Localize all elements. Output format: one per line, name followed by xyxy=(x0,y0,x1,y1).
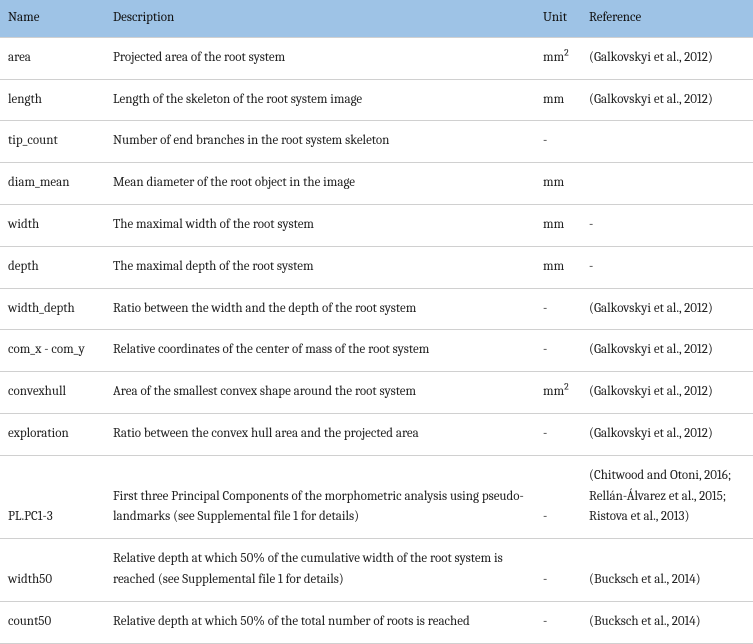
parameters-table: Name Description Unit Reference areaProj… xyxy=(0,0,753,644)
cell-unit: - xyxy=(535,413,581,455)
cell-unit: - xyxy=(535,601,581,643)
cell-reference: (Galkovskyi et al., 2012) xyxy=(581,37,753,79)
col-header-description: Description xyxy=(105,0,535,37)
cell-name: width50 xyxy=(0,539,105,602)
cell-name: width_depth xyxy=(0,288,105,330)
cell-description: Relative depth at which 50% of the total… xyxy=(105,601,535,643)
cell-reference: (Galkovskyi et al., 2012) xyxy=(581,79,753,121)
cell-unit: - xyxy=(535,539,581,602)
table-row: areaProjected area of the root systemmm2… xyxy=(0,37,753,79)
table-header-row: Name Description Unit Reference xyxy=(0,0,753,37)
cell-name: count50 xyxy=(0,601,105,643)
cell-description: Length of the skeleton of the root syste… xyxy=(105,79,535,121)
cell-description: First three Principal Components of the … xyxy=(105,455,535,538)
cell-reference: - xyxy=(581,204,753,246)
cell-description: Projected area of the root system xyxy=(105,37,535,79)
table-row: width50Relative depth at which 50% of th… xyxy=(0,539,753,602)
cell-name: width xyxy=(0,204,105,246)
cell-unit: - xyxy=(535,121,581,163)
cell-unit: mm xyxy=(535,246,581,288)
cell-unit: mm2 xyxy=(535,37,581,79)
cell-name: com_x - com_y xyxy=(0,330,105,372)
cell-reference: (Galkovskyi et al., 2012) xyxy=(581,413,753,455)
col-header-reference: Reference xyxy=(581,0,753,37)
cell-description: Relative coordinates of the center of ma… xyxy=(105,330,535,372)
table-row: lengthLength of the skeleton of the root… xyxy=(0,79,753,121)
col-header-unit: Unit xyxy=(535,0,581,37)
cell-name: convexhull xyxy=(0,372,105,414)
cell-name: exploration xyxy=(0,413,105,455)
cell-name: depth xyxy=(0,246,105,288)
cell-description: Number of end branches in the root syste… xyxy=(105,121,535,163)
table-row: width_depthRatio between the width and t… xyxy=(0,288,753,330)
table-row: widthThe maximal width of the root syste… xyxy=(0,204,753,246)
cell-reference xyxy=(581,163,753,205)
cell-name: length xyxy=(0,79,105,121)
cell-description: Ratio between the width and the depth of… xyxy=(105,288,535,330)
cell-description: Area of the smallest convex shape around… xyxy=(105,372,535,414)
cell-reference: (Galkovskyi et al., 2012) xyxy=(581,288,753,330)
cell-unit: mm xyxy=(535,204,581,246)
cell-unit: - xyxy=(535,288,581,330)
cell-description: Relative depth at which 50% of the cumul… xyxy=(105,539,535,602)
cell-reference: (Chitwood and Otoni, 2016; Rellán-Álvare… xyxy=(581,455,753,538)
cell-reference: (Galkovskyi et al., 2012) xyxy=(581,372,753,414)
cell-unit: - xyxy=(535,455,581,538)
table-row: com_x - com_yRelative coordinates of the… xyxy=(0,330,753,372)
col-header-name: Name xyxy=(0,0,105,37)
cell-reference: (Galkovskyi et al., 2012) xyxy=(581,330,753,372)
cell-name: diam_mean xyxy=(0,163,105,205)
table-row: depthThe maximal depth of the root syste… xyxy=(0,246,753,288)
table-row: count50Relative depth at which 50% of th… xyxy=(0,601,753,643)
cell-reference xyxy=(581,121,753,163)
cell-unit: mm xyxy=(535,79,581,121)
cell-name: tip_count xyxy=(0,121,105,163)
cell-unit: mm2 xyxy=(535,372,581,414)
cell-reference: (Bucksch et al., 2014) xyxy=(581,539,753,602)
cell-name: PL.PC1-3 xyxy=(0,455,105,538)
table-row: explorationRatio between the convex hull… xyxy=(0,413,753,455)
cell-description: Mean diameter of the root object in the … xyxy=(105,163,535,205)
cell-name: area xyxy=(0,37,105,79)
cell-description: Ratio between the convex hull area and t… xyxy=(105,413,535,455)
cell-description: The maximal depth of the root system xyxy=(105,246,535,288)
table-row: PL.PC1-3First three Principal Components… xyxy=(0,455,753,538)
cell-description: The maximal width of the root system xyxy=(105,204,535,246)
table-row: convexhullArea of the smallest convex sh… xyxy=(0,372,753,414)
table-row: tip_countNumber of end branches in the r… xyxy=(0,121,753,163)
cell-unit: - xyxy=(535,330,581,372)
cell-reference: - xyxy=(581,246,753,288)
cell-unit: mm xyxy=(535,163,581,205)
cell-reference: (Bucksch et al., 2014) xyxy=(581,601,753,643)
table-row: diam_meanMean diameter of the root objec… xyxy=(0,163,753,205)
